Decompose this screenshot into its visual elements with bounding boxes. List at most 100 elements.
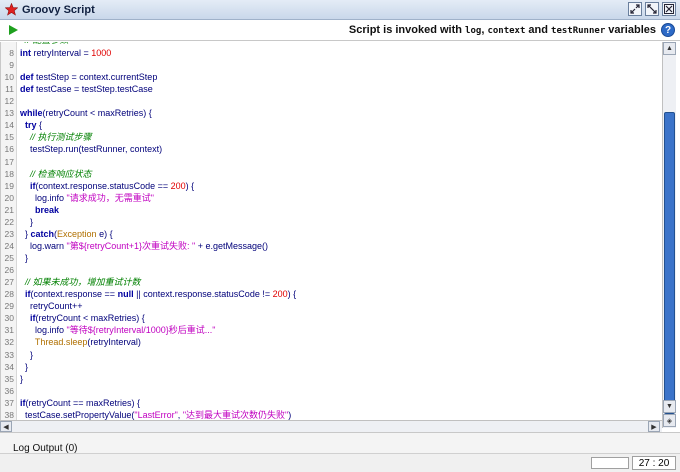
scroll-down-icon[interactable]: ▼ [663,400,676,413]
line-number: 23 [4,228,14,239]
code-line[interactable]: 15 // 执行测试步骤 [1,131,661,144]
code-token: ) [288,409,292,420]
code-token: } [20,349,34,360]
groovy-star-icon [4,3,18,17]
code-line[interactable]: 11 def testCase = testStep.testCase [1,83,661,96]
script-toolbar: Script is invoked with log, context and … [0,20,680,41]
code-token: ) { [287,289,297,300]
code-token: // 如果未成功，增加重试计数 [20,277,141,288]
line-number: 38 [4,409,14,420]
code-text: log.info "请求成功，无需重试" [20,192,154,205]
close-icon[interactable] [662,2,676,16]
code-token: log.info [20,192,67,203]
code-line[interactable]: 26 [1,264,661,277]
code-token: try [25,120,37,131]
code-token: log.info [20,325,67,336]
code-line[interactable]: 32 Thread.sleep(retryInterval) [1,336,661,349]
scroll-up-icon[interactable]: ▲ [663,42,676,55]
code-line[interactable]: 25 } [1,252,661,265]
code-line[interactable]: 9 [1,59,661,72]
code-token: // 执行测试步骤 [20,132,92,143]
code-text: break [20,204,59,217]
code-line[interactable]: 19 if(context.response.statusCode == 200… [1,180,661,193]
scroll-left-icon[interactable]: ◀ [0,421,12,432]
line-number: 24 [4,240,14,251]
code-token: e) { [96,228,113,239]
invocation-hint: Script is invoked with log, context and … [349,24,656,36]
code-text: // 如果未成功，增加重试计数 [20,276,141,289]
code-line[interactable]: 14 try { [1,119,661,132]
line-number: 20 [4,192,14,203]
line-number: 28 [4,289,14,300]
code-line[interactable]: 35} [1,373,661,386]
log-output-label[interactable]: Log Output (0) [13,443,77,454]
code-editor[interactable]: // 配置参数 8int retryInterval = 1000910def … [0,42,662,420]
code-text: if(context.response.statusCode == 200) { [20,180,194,193]
code-text: retryCount++ [20,300,83,313]
var-log: log [465,26,482,36]
code-token: + e.getMessage() [195,240,269,251]
code-line[interactable]: 22 } [1,216,661,229]
code-token: // 检查响应状态 [20,168,92,179]
code-token: (retryCount < maxRetries) { [35,313,145,324]
code-line[interactable]: 24 log.warn "第${retryCount+1}次重试失败: " + … [1,240,661,253]
code-line[interactable]: 36 [1,385,661,398]
title-bar: Groovy Script [0,0,680,20]
code-line[interactable]: 31 log.info "等待${retryInterval/1000}秒后重试… [1,324,661,337]
code-line[interactable]: 21 break [1,204,661,217]
line-number: 8 [9,48,14,58]
code-line[interactable]: 28 if(context.response == null || contex… [1,288,661,301]
code-token: || context.response.statusCode != [133,289,273,300]
code-token: { [36,120,43,131]
code-line[interactable]: 13 while(retryCount < maxRetries) { [1,107,661,120]
maximize-icon[interactable] [645,2,659,16]
var-testrunner: testRunner [551,26,606,36]
undock-icon[interactable] [628,2,642,16]
code-line[interactable]: 34 } [1,361,661,374]
line-number: 32 [4,337,14,348]
code-token: (retryInterval) [87,337,141,348]
vertical-scrollbar[interactable]: ▲ ▼ ◈ [662,42,676,428]
horizontal-scrollbar[interactable]: ◀ ▶ [0,420,662,432]
code-text: if(context.response == null || context.r… [20,288,296,301]
code-line[interactable]: 38 testCase.setPropertyValue("LastError"… [1,409,661,420]
code-token: ) { [185,180,195,191]
code-text: } [20,349,33,362]
log-output-panel[interactable]: Log Output (0) [0,432,680,454]
code-line[interactable]: 27 // 如果未成功，增加重试计数 [1,276,661,289]
code-line[interactable]: 23 } catch(Exception e) { [1,228,661,241]
code-line[interactable]: 33 } [1,349,661,362]
code-text: def testCase = testStep.testCase [20,83,153,96]
scroll-right-icon[interactable]: ▶ [648,421,660,432]
code-text: } [20,216,33,229]
code-line[interactable]: 29 retryCount++ [1,300,661,313]
invocation-separator: and [525,24,552,36]
code-token: log.warn [20,240,67,251]
line-number: 22 [4,216,14,227]
scroll-corner-icon[interactable]: ◈ [663,414,676,427]
code-line[interactable]: 18 // 检查响应状态 [1,168,661,181]
code-line[interactable]: 30 if(retryCount < maxRetries) { [1,312,661,325]
run-script-icon[interactable] [6,23,20,37]
code-text: } [20,373,23,386]
code-token: testCase = testStep.testCase [33,84,153,95]
code-line[interactable]: 37 if(retryCount == maxRetries) { [1,397,661,410]
code-line[interactable]: 20 log.info "请求成功，无需重试" [1,192,661,205]
code-line[interactable]: 10 def testStep = context.currentStep [1,71,661,84]
code-line[interactable]: 16 testStep.run(testRunner, context) [1,143,661,156]
code-line[interactable]: 8 int retryInterval = 1000 [1,47,661,60]
code-token: def [20,72,34,83]
line-number: 10 [4,72,14,83]
scroll-thumb[interactable] [664,112,675,414]
code-token: 200 [170,180,186,191]
code-token: (context.response == [30,289,118,300]
code-line[interactable]: 17 [1,156,661,169]
code-text: testCase.setPropertyValue("LastError", "… [20,409,291,420]
code-line[interactable]: 12 [1,95,661,108]
help-icon[interactable]: ? [661,23,675,37]
window-title: Groovy Script [22,3,95,16]
